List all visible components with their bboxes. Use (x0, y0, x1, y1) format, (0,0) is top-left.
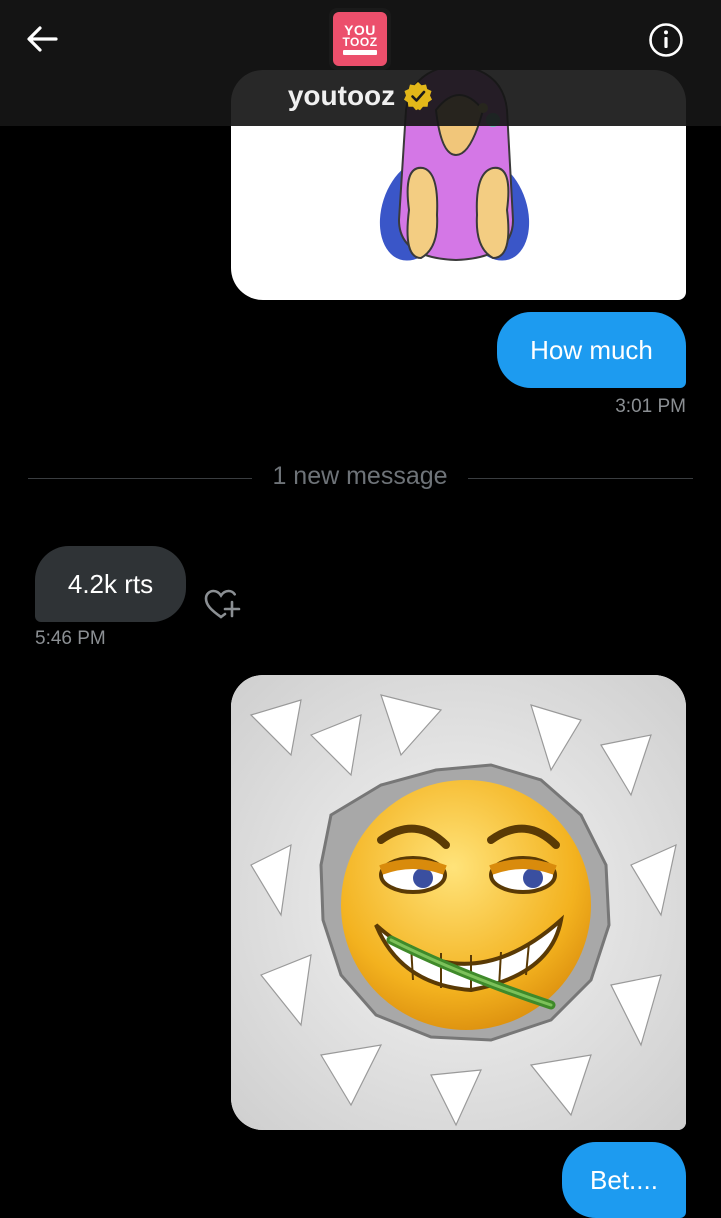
heart-plus-icon (204, 589, 241, 619)
message-bubble-received[interactable]: 4.2k rts (35, 546, 186, 622)
message-timestamp: 3:01 PM (615, 396, 686, 417)
new-message-divider: 1 new message (272, 462, 448, 490)
title-row[interactable]: youtooz (0, 76, 721, 116)
avatar[interactable]: YOU TOOZ (329, 8, 391, 70)
logo-tag (343, 49, 377, 55)
back-button[interactable] (22, 20, 62, 60)
dm-thread: YOU TOOZ youtooz How much 3:01 PM 1 new … (0, 0, 721, 1218)
verified-badge-icon (404, 82, 433, 111)
info-button[interactable] (646, 20, 686, 60)
message-text: 4.2k rts (67, 569, 154, 599)
message-text: Bet.... (590, 1165, 658, 1195)
youtooz-logo: YOU TOOZ (333, 12, 387, 66)
message-bubble-sent[interactable]: Bet.... (562, 1142, 686, 1218)
message-bubble-sent[interactable]: How much (497, 312, 686, 388)
logo-line2: TOOZ (342, 34, 378, 49)
info-icon (649, 23, 683, 57)
message-text: How much (530, 335, 653, 365)
message-timestamp: 5:46 PM (35, 628, 106, 649)
add-reaction-button[interactable] (201, 584, 241, 624)
arrow-left-icon (27, 26, 58, 52)
divider-line (468, 478, 693, 479)
conversation-title: youtooz (287, 80, 396, 111)
divider-line (28, 478, 252, 479)
smirking-emoji-wall-image (231, 675, 686, 1130)
message-image-emoji[interactable] (231, 675, 686, 1130)
conversation-header: YOU TOOZ youtooz (0, 0, 721, 126)
